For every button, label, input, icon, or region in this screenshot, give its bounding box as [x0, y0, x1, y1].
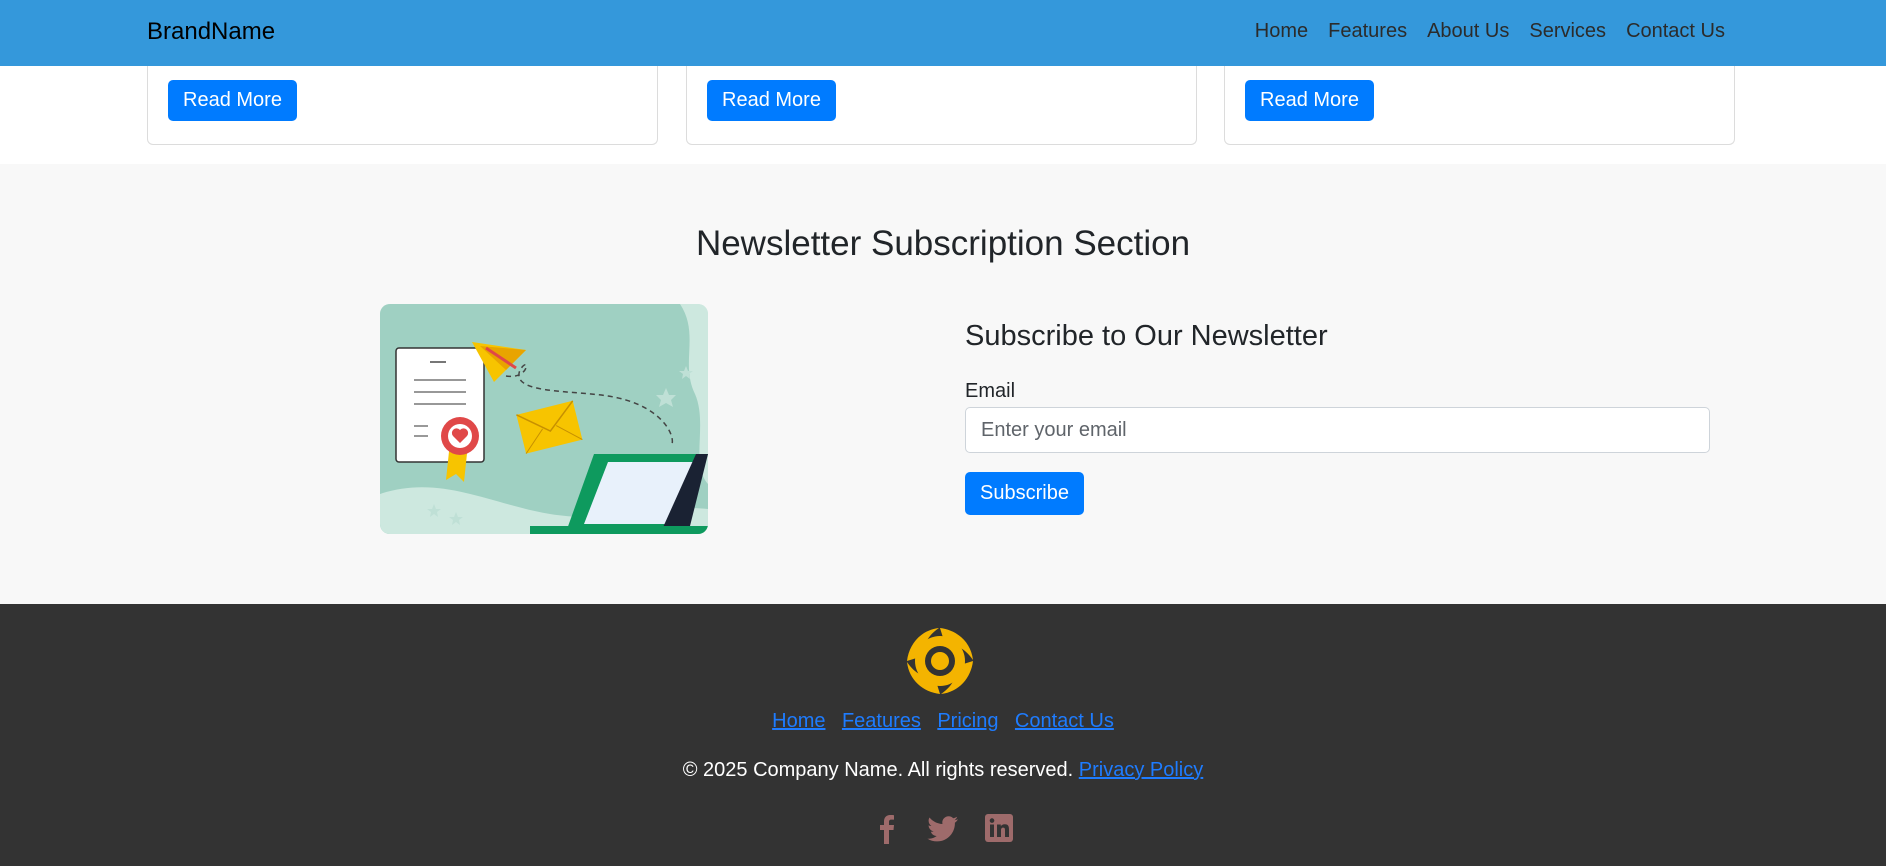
footer-link-pricing[interactable]: Pricing [937, 710, 998, 732]
footer-link-home[interactable]: Home [772, 710, 825, 732]
nav-link-services[interactable]: Services [1529, 20, 1606, 43]
feature-card-1: Read More [147, 56, 658, 145]
nav-link-features[interactable]: Features [1328, 20, 1407, 43]
linkedin-icon[interactable] [983, 812, 1015, 844]
footer-link-contact-us[interactable]: Contact Us [1015, 710, 1114, 732]
feature-card-3: Read More [1224, 56, 1735, 145]
newsletter-illustration [380, 304, 708, 534]
copyright-text: © 2025 Company Name. All rights reserved… [682, 759, 1074, 781]
newsletter-section: Newsletter Subscription Section Subscrib… [0, 164, 1886, 604]
social-links [0, 812, 1886, 844]
newsletter-form-title: Subscribe to Our Newsletter [965, 320, 1328, 352]
footer: Home Features Pricing Contact Us © 2025 … [0, 604, 1886, 866]
footer-links: Home Features Pricing Contact Us [0, 710, 1886, 733]
feature-card-2: Read More [686, 56, 1197, 145]
privacy-policy-link[interactable]: Privacy Policy [1079, 759, 1203, 781]
copyright-line: © 2025 Company Name. All rights reserved… [0, 759, 1886, 782]
subscribe-button[interactable]: Subscribe [965, 472, 1084, 515]
nav-link-contact-us[interactable]: Contact Us [1626, 20, 1725, 43]
cards-section: Read More Read More Read More [0, 56, 1886, 164]
nav-link-home[interactable]: Home [1255, 20, 1308, 43]
twitter-icon[interactable] [927, 812, 959, 844]
facebook-icon[interactable] [871, 812, 903, 844]
nav-link-about-us[interactable]: About Us [1427, 20, 1509, 43]
newsletter-form: Subscribe to Our Newsletter Email Subscr… [965, 320, 1710, 515]
email-input[interactable] [965, 407, 1710, 453]
navbar: BrandName Home Features About Us Service… [0, 0, 1886, 66]
brand-name[interactable]: BrandName [147, 18, 275, 46]
read-more-button-3[interactable]: Read More [1245, 80, 1374, 121]
company-logo-icon [907, 628, 973, 694]
email-label: Email [965, 380, 1016, 402]
footer-link-features[interactable]: Features [842, 710, 921, 732]
read-more-button-1[interactable]: Read More [168, 80, 297, 121]
read-more-button-2[interactable]: Read More [707, 80, 836, 121]
newsletter-section-heading: Newsletter Subscription Section [695, 224, 1191, 263]
nav-links: Home Features About Us Services Contact … [1255, 20, 1725, 43]
